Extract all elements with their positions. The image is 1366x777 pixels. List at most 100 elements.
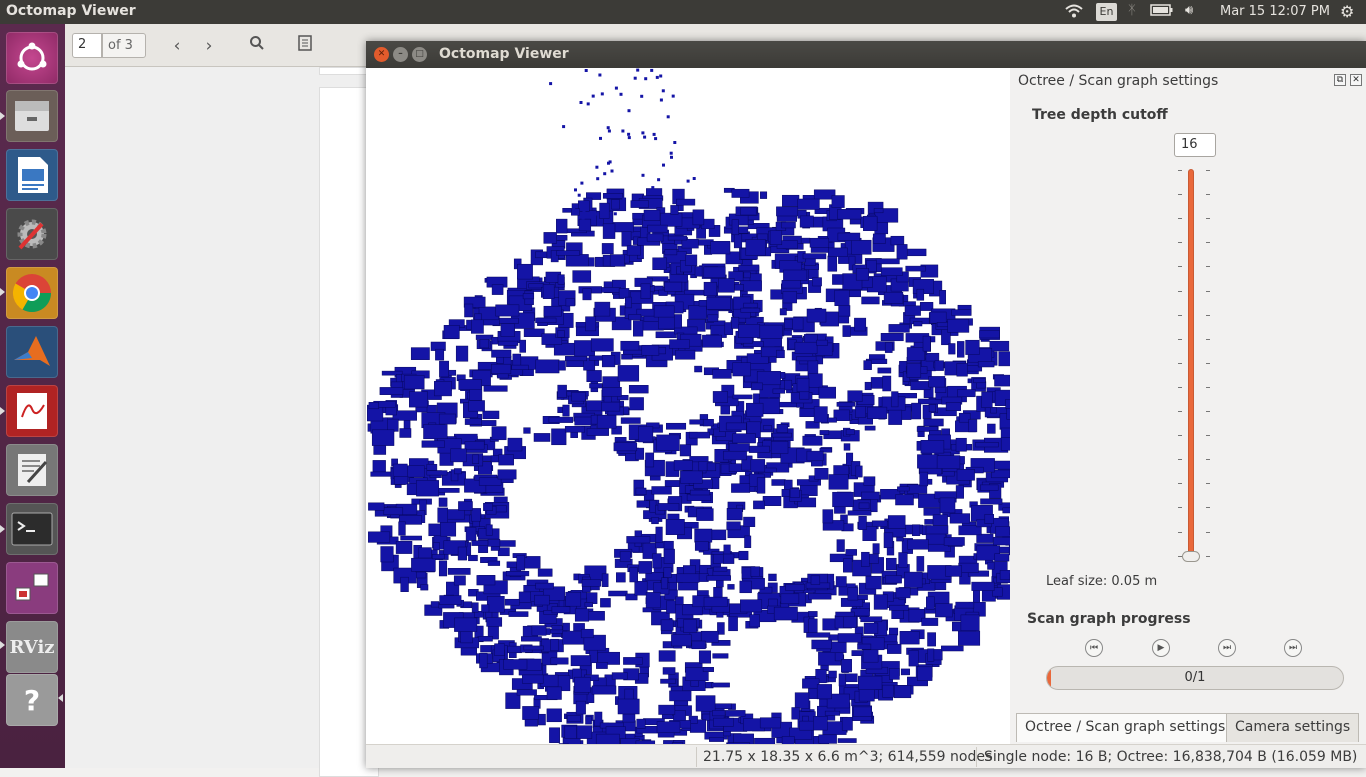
voxel (889, 605, 908, 610)
last-scan-icon[interactable]: ⏭ (1284, 639, 1302, 657)
voxel (599, 137, 602, 140)
voxel (471, 320, 483, 334)
voxel (675, 350, 695, 359)
clock[interactable]: Mar 15 12:07 PM (1220, 4, 1330, 19)
voxel (864, 361, 872, 370)
voxel (622, 354, 633, 359)
volume-icon[interactable]: 🔊︎ (1185, 3, 1193, 18)
slider-tick (1206, 194, 1210, 195)
settings-icon[interactable] (6, 208, 58, 260)
window-titlebar[interactable]: ✕ – □ Octomap Viewer (366, 41, 1366, 68)
voxel (697, 509, 714, 521)
voxel (733, 363, 751, 376)
voxel (689, 305, 707, 319)
voxel (730, 444, 750, 452)
wifi-icon[interactable] (1064, 3, 1084, 23)
close-icon[interactable]: ✕ (374, 47, 389, 62)
voxel (587, 429, 609, 436)
voxel (495, 644, 505, 656)
3d-viewport[interactable] (366, 68, 1010, 744)
page-number-input[interactable]: 2 (72, 33, 102, 58)
octree-voxel-map (366, 68, 1010, 744)
files-icon[interactable] (6, 90, 58, 142)
float-dock-icon[interactable]: ⧉ (1334, 74, 1346, 86)
voxel (566, 254, 588, 266)
next-page-icon[interactable]: › (197, 34, 221, 58)
voxel (844, 444, 850, 451)
previous-page-icon[interactable]: ‹ (165, 34, 189, 58)
voxel (803, 436, 822, 445)
tab-camera-settings[interactable]: Camera settings (1226, 713, 1359, 742)
voxel (911, 381, 931, 389)
slider-tick (1178, 170, 1182, 171)
voxel (381, 547, 394, 563)
chrome-icon[interactable] (6, 267, 58, 319)
voxel (731, 317, 739, 328)
tree-depth-slider[interactable] (1188, 169, 1194, 559)
voxel (603, 193, 623, 198)
voxel (682, 239, 699, 248)
voxel (846, 549, 857, 555)
workspace-switcher-icon[interactable] (6, 562, 58, 614)
voxel (707, 463, 716, 471)
voxel (781, 222, 795, 228)
voxel (436, 488, 460, 492)
first-scan-icon[interactable]: ⏮ (1085, 639, 1103, 657)
voxel (609, 591, 628, 596)
voxel (886, 558, 896, 570)
voxel (713, 654, 728, 659)
voxel (440, 521, 456, 537)
battery-icon[interactable] (1150, 3, 1174, 21)
search-icon[interactable] (245, 34, 269, 58)
tab-octree-settings[interactable]: Octree / Scan graph settings (1016, 713, 1234, 742)
maximize-icon[interactable]: □ (412, 47, 427, 62)
next-scan-icon[interactable]: ⏭ (1218, 639, 1236, 657)
play-icon[interactable]: ▶ (1152, 639, 1170, 657)
voxel (889, 324, 910, 332)
rviz-icon[interactable]: RViz (6, 621, 58, 673)
pdf-viewer-icon[interactable] (6, 385, 58, 437)
voxel (427, 471, 447, 476)
voxel (551, 658, 568, 664)
voxel (884, 533, 893, 548)
voxel (734, 234, 742, 248)
matlab-icon[interactable] (6, 326, 58, 378)
bluetooth-icon[interactable]: ᛡ (1128, 3, 1136, 18)
voxel (654, 137, 657, 140)
voxel (591, 339, 613, 352)
tree-depth-spinbox[interactable]: 16 (1174, 133, 1216, 157)
voxel (659, 651, 675, 662)
annotations-icon[interactable] (293, 34, 317, 58)
voxel (538, 714, 545, 725)
voxel (666, 519, 685, 534)
voxel (957, 469, 975, 480)
voxel (797, 356, 816, 361)
voxel (836, 577, 846, 587)
voxel (935, 604, 952, 617)
voxel (558, 331, 565, 338)
keyboard-layout-indicator[interactable]: En (1096, 3, 1117, 21)
voxel (672, 95, 675, 98)
voxel (578, 194, 581, 197)
help-icon[interactable]: ? (6, 674, 58, 726)
slider-tick (1178, 387, 1182, 388)
minimize-icon[interactable]: – (393, 47, 408, 62)
voxel (923, 336, 930, 351)
writer-icon[interactable] (6, 149, 58, 201)
slider-tick (1206, 363, 1210, 364)
ubuntu-dash-icon[interactable] (6, 32, 58, 84)
slider-handle[interactable] (1182, 551, 1200, 562)
voxel (630, 568, 638, 582)
voxel (974, 379, 986, 383)
close-dock-icon[interactable]: ✕ (1350, 74, 1362, 86)
voxel (609, 215, 612, 218)
voxel (881, 333, 903, 341)
voxel (652, 517, 659, 523)
text-editor-icon[interactable] (6, 444, 58, 496)
voxel (846, 429, 854, 434)
gear-icon[interactable]: ⚙ (1340, 2, 1354, 21)
voxel (976, 442, 999, 447)
terminal-icon[interactable] (6, 503, 58, 555)
voxel (656, 527, 663, 543)
voxel (448, 568, 470, 574)
